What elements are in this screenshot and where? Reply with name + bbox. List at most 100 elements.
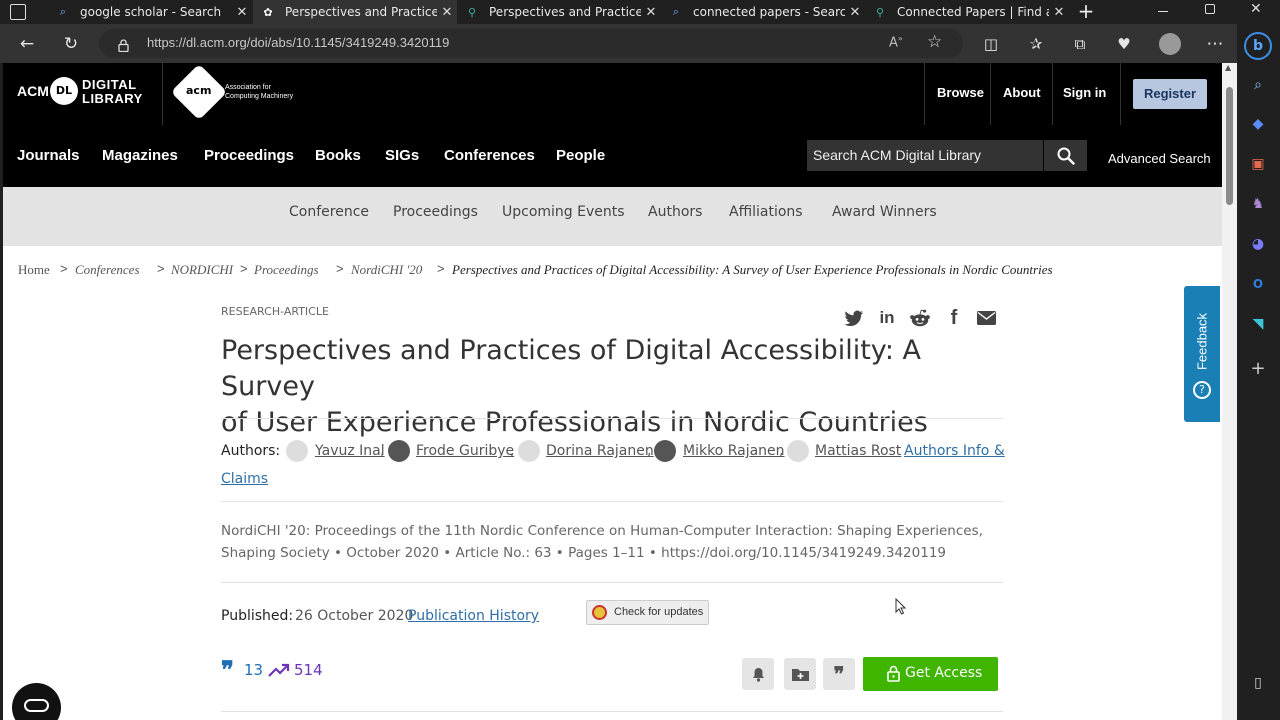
downloads-count[interactable]: 514	[294, 661, 323, 679]
bing-copilot-icon[interactable]: b	[1244, 32, 1272, 60]
get-access-button[interactable]: Get Access	[863, 657, 998, 691]
more-menu-icon[interactable]: ⋯	[1200, 24, 1230, 63]
read-aloud-icon[interactable]: A»	[889, 34, 903, 50]
lock-icon[interactable]	[118, 37, 129, 53]
breadcrumb-nordichi[interactable]: NORDICHI	[171, 262, 233, 278]
collections-icon[interactable]: ⧉	[1065, 24, 1095, 63]
breadcrumb-separator: >	[437, 261, 445, 276]
favorites-icon[interactable]: ✰	[1021, 24, 1051, 63]
subnav-authors[interactable]: Authors	[648, 204, 702, 220]
publication-history-link[interactable]: Publication History	[408, 608, 539, 624]
breadcrumb-nordichi-20[interactable]: NordiCHI '20	[351, 262, 422, 278]
minimize-icon[interactable]	[1158, 11, 1168, 12]
authors-info-link[interactable]: Authors Info &	[904, 443, 1005, 459]
new-tab-icon[interactable]: +	[1075, 0, 1097, 24]
sign-in-link[interactable]: Sign in	[1063, 85, 1106, 100]
twitter-icon[interactable]	[843, 307, 865, 329]
cursor-pointer-icon	[895, 597, 907, 615]
browser-tab[interactable]: ⚲ Connected Papers | Find and ✕	[865, 0, 1069, 24]
facebook-icon[interactable]: f	[943, 307, 965, 329]
register-button[interactable]: Register	[1133, 79, 1207, 109]
address-bar[interactable]: https://dl.acm.org/doi/abs/10.1145/34192…	[99, 29, 963, 58]
subnav-upcoming-events[interactable]: Upcoming Events	[502, 204, 625, 220]
breadcrumb-separator: >	[60, 261, 68, 276]
close-tab-icon[interactable]: ✕	[641, 5, 661, 20]
cite-button[interactable]: ❞	[823, 658, 855, 690]
add-sidebar-icon[interactable]: +	[1247, 357, 1269, 379]
profile-avatar-icon[interactable]	[1155, 24, 1185, 63]
back-icon[interactable]: ←	[12, 24, 42, 63]
reddit-icon[interactable]	[909, 307, 931, 329]
author-separator: ,	[380, 443, 385, 459]
breadcrumb-conferences[interactable]: Conferences	[75, 262, 140, 278]
author-link[interactable]: Frode Guribye	[416, 443, 514, 459]
scroll-up-arrow-icon[interactable]: ▲	[1225, 63, 1231, 72]
restore-icon[interactable]	[1205, 4, 1215, 14]
author-link[interactable]: Mattias Rost	[815, 443, 901, 459]
drop-icon[interactable]: ◥	[1247, 313, 1269, 335]
nav-conferences[interactable]: Conferences	[444, 147, 535, 164]
refresh-icon[interactable]: ↻	[56, 24, 86, 63]
shopping-icon[interactable]: ◆	[1247, 113, 1269, 135]
nav-books[interactable]: Books	[315, 147, 361, 164]
check-for-updates-button[interactable]: Check for updates	[586, 600, 709, 625]
search-input[interactable]: Search ACM Digital Library	[807, 140, 1043, 171]
article-title: Perspectives and Practices of Digital Ac…	[221, 335, 928, 438]
close-tab-icon[interactable]: ✕	[232, 5, 252, 20]
author-link[interactable]: Mikko Rajanen	[683, 443, 785, 459]
subnav-award-winners[interactable]: Award Winners	[832, 204, 937, 220]
tab-actions-icon[interactable]	[10, 4, 26, 20]
sidebar-layout-icon[interactable]: ▯	[1247, 672, 1269, 694]
subnav-conference[interactable]: Conference	[289, 204, 369, 220]
email-icon[interactable]	[975, 307, 997, 329]
games-icon[interactable]: ♞	[1247, 193, 1269, 215]
nav-proceedings[interactable]: Proceedings	[204, 147, 294, 164]
scrollbar-thumb[interactable]	[1226, 87, 1233, 205]
microsoft365-icon[interactable]: ◕	[1247, 233, 1269, 255]
close-tab-icon[interactable]: ✕	[1049, 5, 1069, 20]
split-screen-icon[interactable]: ◫	[976, 24, 1006, 63]
breadcrumb-proceedings[interactable]: Proceedings	[254, 262, 319, 278]
linkedin-icon[interactable]: in	[876, 307, 898, 329]
accessibility-widget-button[interactable]	[12, 683, 61, 720]
alert-bell-button[interactable]	[742, 658, 774, 690]
browser-essentials-icon[interactable]: ♥	[1109, 24, 1139, 63]
divider	[162, 63, 163, 125]
author-link[interactable]: Yavuz Inal	[315, 443, 385, 459]
acm-association-logo[interactable]: acm Association for Computing Machinery	[170, 63, 309, 121]
author-link[interactable]: Dorina Rajanen	[546, 443, 654, 459]
nav-journals[interactable]: Journals	[17, 147, 80, 164]
divider	[924, 63, 925, 125]
favorite-star-icon[interactable]: ☆	[927, 32, 942, 52]
breadcrumb-current: Perspectives and Practices of Digital Ac…	[452, 262, 1053, 277]
nav-people[interactable]: People	[556, 147, 605, 164]
bell-icon	[752, 667, 764, 682]
search-button[interactable]	[1044, 140, 1087, 171]
citations-count[interactable]: 13	[244, 661, 263, 679]
nav-sigs[interactable]: SIGs	[385, 147, 419, 164]
browse-link[interactable]: Browse	[937, 85, 984, 100]
close-window-icon[interactable]: ✕	[1250, 1, 1262, 17]
page-scrollbar[interactable]: ▲	[1222, 63, 1237, 720]
nav-magazines[interactable]: Magazines	[102, 147, 178, 164]
tools-icon[interactable]: ▣	[1247, 153, 1269, 175]
breadcrumb-home[interactable]: Home	[18, 262, 50, 278]
subnav-proceedings[interactable]: Proceedings	[393, 204, 478, 220]
browser-tab[interactable]: ⌕ google scholar - Search ✕	[48, 0, 252, 24]
subnav-affiliations[interactable]: Affiliations	[729, 204, 803, 220]
url-text[interactable]: https://dl.acm.org/doi/abs/10.1145/34192…	[147, 35, 449, 50]
authors-info-link[interactable]: Claims	[221, 471, 268, 487]
browser-tab-active[interactable]: ✿ Perspectives and Practices of ✕	[253, 0, 457, 24]
close-tab-icon[interactable]: ✕	[437, 5, 457, 20]
advanced-search-link[interactable]: Advanced Search	[1108, 151, 1211, 166]
search-sidebar-icon[interactable]: ⌕	[1247, 74, 1269, 96]
about-link[interactable]: About	[1003, 85, 1041, 100]
add-to-folder-button[interactable]	[784, 658, 816, 690]
feedback-tab[interactable]: Feedback ?	[1184, 286, 1220, 422]
close-tab-icon[interactable]: ✕	[845, 5, 865, 20]
outlook-icon[interactable]: O	[1247, 273, 1269, 295]
browser-tab[interactable]: ⌕ connected papers - Search ✕	[661, 0, 865, 24]
acm-dl-logo[interactable]: ACM DL DIGITAL LIBRARY	[17, 77, 149, 107]
browser-tab[interactable]: ⚲ Perspectives and Practices of ✕	[457, 0, 661, 24]
author-separator: ,	[647, 443, 652, 459]
